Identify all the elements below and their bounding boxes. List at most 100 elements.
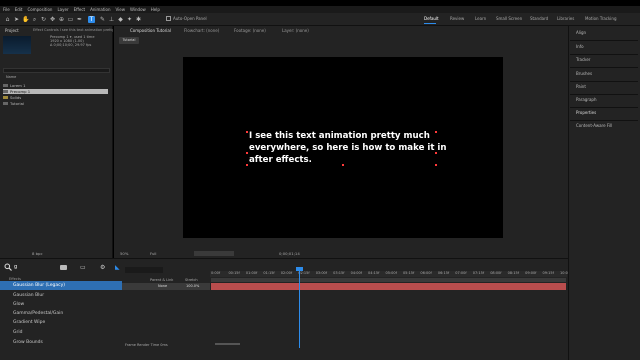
menu-window[interactable]: Window — [130, 7, 146, 12]
home-icon[interactable]: ⌂ — [4, 16, 11, 23]
project-search-input[interactable] — [3, 68, 110, 73]
rotate-tool-icon[interactable]: ↻ — [40, 16, 47, 23]
puppet-tool-icon[interactable]: ✱ — [135, 16, 142, 23]
auto-open-panel[interactable]: Auto-Open Panel — [166, 16, 207, 21]
panel-content-aware-fill[interactable]: Content-Aware Fill — [576, 123, 612, 128]
auto-open-checkbox[interactable] — [166, 16, 171, 21]
project-item[interactable]: Solids — [3, 95, 108, 100]
workspace-standard[interactable]: Standard — [530, 16, 548, 21]
effect-item[interactable]: Grow Bounds — [0, 338, 122, 347]
bpc-label[interactable]: 8 bpc — [32, 251, 43, 256]
workspace-small-screen[interactable]: Small Screen — [496, 16, 522, 21]
zoom-tool-icon[interactable]: ⌕ — [31, 16, 38, 23]
project-item[interactable]: Precomp 1 — [3, 89, 108, 94]
parent-column-header[interactable]: Parent & Link — [150, 278, 173, 282]
playhead[interactable] — [299, 268, 300, 348]
selection-tool-icon[interactable]: ➤ — [13, 16, 20, 23]
panel-brushes[interactable]: Brushes — [576, 71, 592, 76]
name-column-header[interactable]: Name — [6, 75, 16, 79]
project-thumbnail — [3, 36, 31, 54]
tab-footage[interactable]: Footage: (none) — [234, 28, 266, 33]
text-handle[interactable] — [246, 152, 248, 154]
workspace-motion-tracking[interactable]: Motion Tracking — [585, 16, 616, 21]
ruler-tick-label: 09:15f — [542, 271, 554, 275]
panel-align[interactable]: Align — [576, 30, 586, 35]
resolution-select[interactable]: Full — [150, 251, 157, 256]
text-handle[interactable] — [246, 131, 248, 133]
layer-duration-bar[interactable] — [211, 283, 566, 290]
tab-composition[interactable]: Composition Tutorial — [130, 28, 171, 33]
project-item[interactable]: Lorem 1 — [3, 83, 108, 88]
timeline-search-input[interactable] — [125, 267, 163, 273]
tab-layer[interactable]: Layer: (none) — [282, 28, 309, 33]
text-layer[interactable]: I see this text animation pretty much ev… — [249, 130, 449, 166]
timeline-layer-row[interactable]: None 100.0% — [122, 283, 210, 290]
panel-properties[interactable]: Properties — [576, 110, 596, 115]
text-handle[interactable] — [435, 164, 437, 166]
gear-icon[interactable]: ⚙ — [100, 264, 105, 271]
effect-controls-tab[interactable]: Effect Controls I see this text animatio… — [33, 28, 113, 32]
effect-item[interactable]: Gaussian Blur — [0, 291, 122, 300]
parent-value[interactable]: None — [158, 283, 167, 290]
menu-layer[interactable]: Layer — [57, 7, 68, 12]
ruler-tick-label: 01:00f — [245, 271, 258, 275]
project-item-label: Solids — [10, 95, 22, 100]
ruler-tick-label: 06:15f — [437, 271, 450, 275]
work-area-bar[interactable] — [211, 278, 566, 282]
stretch-column-header[interactable]: Stretch — [185, 278, 198, 282]
hand-tool-icon[interactable]: ✋ — [22, 16, 29, 23]
menu-effect[interactable]: Effect — [74, 7, 86, 12]
menu-edit[interactable]: Edit — [15, 7, 23, 12]
rectangle-tool-icon[interactable]: ▭ — [67, 16, 74, 23]
workspace-review[interactable]: Review — [450, 16, 464, 21]
brush-tool-icon[interactable]: ✎ — [99, 16, 106, 23]
panel-divider — [570, 94, 638, 95]
menu-file[interactable]: File — [3, 7, 10, 12]
active-workspace-indicator — [424, 23, 436, 24]
playhead-handle[interactable] — [296, 267, 303, 271]
type-tool-icon[interactable]: T — [88, 16, 95, 23]
project-item[interactable]: Tutorial — [3, 101, 108, 106]
tab-flowchart[interactable]: Flowchart: (none) — [184, 28, 219, 33]
pan-behind-tool-icon[interactable]: ⊕ — [58, 16, 65, 23]
panel-tracker[interactable]: Tracker — [576, 57, 590, 62]
clone-stamp-tool-icon[interactable]: ⊥ — [108, 16, 115, 23]
workspace-libraries[interactable]: Libraries — [557, 16, 574, 21]
send-icon[interactable]: ◣ — [115, 264, 120, 271]
effect-item[interactable]: Gamma/Pedestal/Gain — [0, 309, 122, 318]
effect-item[interactable]: Gaussian Blur (Legacy) — [0, 281, 122, 290]
viewer-options[interactable] — [194, 251, 234, 256]
text-handle[interactable] — [246, 164, 248, 166]
workspace-default[interactable]: Default — [424, 16, 439, 21]
menu-help[interactable]: Help — [151, 7, 160, 12]
text-handle[interactable] — [435, 131, 437, 133]
effect-item[interactable]: Glow — [0, 300, 122, 309]
folder-icon[interactable]: ▭ — [80, 264, 86, 271]
panel-paragraph[interactable]: Paragraph — [576, 97, 597, 102]
effect-item[interactable]: Grid — [0, 328, 122, 337]
stretch-value[interactable]: 100.0% — [186, 283, 199, 290]
viewer-controls: 50% Full 0;00;01;14 — [114, 250, 568, 258]
panel-info[interactable]: Info — [576, 44, 584, 49]
effects-search-input[interactable]: g — [14, 264, 17, 270]
roto-brush-tool-icon[interactable]: ✦ — [126, 16, 133, 23]
menu-composition[interactable]: Composition — [27, 7, 52, 12]
timecode-display[interactable]: 0;00;01;14 — [279, 251, 300, 256]
camera-icon[interactable] — [60, 265, 67, 270]
workspace-learn[interactable]: Learn — [475, 16, 486, 21]
zoom-select[interactable]: 50% — [120, 251, 128, 256]
camera-tool-icon[interactable]: ✥ — [49, 16, 56, 23]
text-handle[interactable] — [435, 152, 437, 154]
pen-tool-icon[interactable]: ✒ — [76, 16, 83, 23]
panel-divider — [570, 120, 638, 121]
project-tab[interactable]: Project — [2, 27, 22, 34]
effect-item[interactable]: Gradient Wipe — [0, 318, 122, 327]
ruler-tick-label: 04:15f — [368, 271, 380, 275]
panel-paint[interactable]: Paint — [576, 84, 586, 89]
menu-animation[interactable]: Animation — [90, 7, 110, 12]
text-handle[interactable] — [342, 164, 344, 166]
eraser-tool-icon[interactable]: ◆ — [117, 16, 124, 23]
breadcrumb[interactable]: Tutorial — [119, 37, 139, 44]
zoom-slider[interactable] — [215, 343, 240, 345]
menu-view[interactable]: View — [116, 7, 126, 12]
